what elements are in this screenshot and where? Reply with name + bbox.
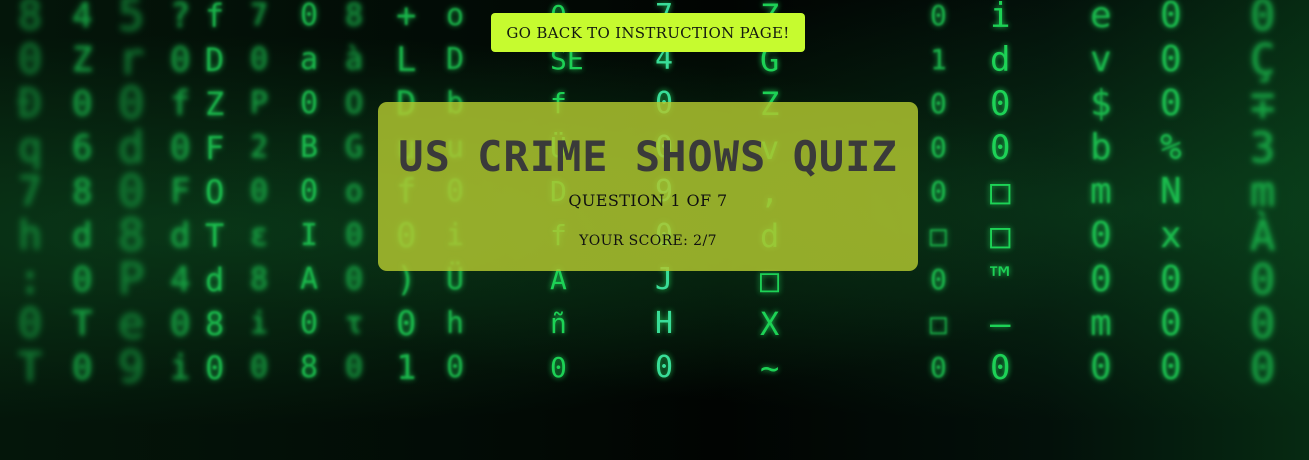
code-rain-column: 8 0 Ð q 7 h : 0 T <box>18 0 43 391</box>
code-rain-column: 0 a 0 B 0 I A 0 8 <box>300 0 319 385</box>
question-separator: OF <box>686 191 712 210</box>
question-prefix: QUESTION <box>568 191 665 210</box>
code-rain-column: 0 0 0 % N x 0 0 0 <box>1160 0 1182 388</box>
code-rain-column: 5 r 0 d 0 8 P e 9 <box>118 0 145 393</box>
code-rain-column: 4 Z 0 6 8 d 0 T 0 <box>72 0 93 388</box>
code-rain-column: 7 0 P 2 0 ε 8 i 0 <box>250 0 269 385</box>
back-to-instructions-button[interactable]: GO BACK TO INSTRUCTION PAGE! <box>491 13 805 52</box>
quiz-title: US CRIME SHOWS QUIZ <box>398 132 898 181</box>
question-total: 7 <box>717 191 728 210</box>
code-rain-column: e v $ b m 0 0 m 0 <box>1090 0 1112 388</box>
code-rain-column: f D Z F O T d 8 0 <box>205 0 225 387</box>
code-rain-column: i d 0 0 □ □ ™ – 0 <box>990 0 1011 388</box>
question-counter: QUESTION 1 OF 7 <box>378 191 918 210</box>
score-value: 2/7 <box>693 233 717 249</box>
question-current: 1 <box>670 191 682 210</box>
code-rain-column: ? 0 f 0 F d 4 0 i <box>170 0 191 388</box>
code-rain-column: 0 Ç ∓ 3 m À 0 0 0 <box>1250 0 1276 392</box>
code-rain-column: 8 à O G o 0 0 τ 0 <box>345 0 364 385</box>
quiz-header-panel: US CRIME SHOWS QUIZ QUESTION 1 OF 7 YOUR… <box>378 102 918 271</box>
quiz-page: 8 0 Ð q 7 h : 0 T 4 Z 0 6 8 d 0 T 0 5 r … <box>0 0 1309 460</box>
code-rain-column: 0 1 0 0 0 □ 0 □ 0 <box>930 0 947 384</box>
score-label: YOUR SCORE: <box>579 233 689 249</box>
score-display: YOUR SCORE: 2/7 <box>378 233 918 249</box>
